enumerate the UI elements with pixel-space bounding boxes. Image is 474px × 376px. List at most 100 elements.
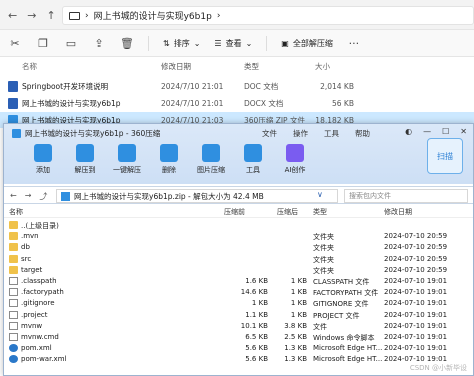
row-name: ..(上级目录): [21, 222, 59, 230]
extract-to-icon: [76, 144, 94, 162]
folder-icon: [9, 265, 18, 274]
file-row[interactable]: Springboot开发环境说明 2024/7/10 21:01 DOC 文档 …: [0, 78, 474, 94]
forward-arrow-icon[interactable]: →: [27, 9, 36, 22]
dropdown-icon[interactable]: ∨: [317, 190, 323, 199]
explorer-column-headers: 名称 修改日期 类型 大小: [0, 58, 474, 74]
col-size[interactable]: 大小: [315, 61, 330, 72]
row-type: 文件夹: [313, 255, 334, 264]
row-compressed-size: 3.8 KB: [284, 321, 307, 330]
archive-path-field[interactable]: 网上书城的设计与实现y6b1p.zip - 解包大小为 42.4 MB: [56, 189, 338, 203]
close-icon[interactable]: ✕: [460, 127, 467, 136]
menu-help[interactable]: 帮助: [355, 128, 370, 139]
address-bar[interactable]: › 网上书城的设计与实现y6b1p ›: [62, 6, 474, 25]
archive-row[interactable]: .classpath 1.6 KB 1 KB CLASSPATH 文件 2024-07-…: [4, 276, 473, 287]
file-row[interactable]: 网上书城的设计与实现y6b1p 2024/7/10 21:01 DOCX 文档 …: [0, 95, 474, 111]
row-date: 2024-07-10 20:59: [384, 232, 448, 241]
archive-row[interactable]: .project 1.1 KB 1 KB PROJECT 文件 2024-07-10 1…: [4, 310, 473, 321]
row-type: GITIGNORE 文件: [313, 300, 369, 309]
archive-row[interactable]: target 文件夹 2024-07-10 20:59: [4, 265, 473, 276]
col-type[interactable]: 类型: [313, 207, 327, 217]
row-type: 文件夹: [313, 244, 334, 253]
image-compress-button[interactable]: 图片压缩: [192, 144, 230, 175]
row-original-size: 10.1 KB: [240, 321, 268, 330]
menu-tools[interactable]: 工具: [324, 128, 339, 139]
ai-icon: [286, 144, 304, 162]
word-doc-icon: [8, 80, 18, 92]
row-name: .factorypath: [21, 288, 64, 297]
archive-search-input[interactable]: 搜索包内文件: [344, 189, 468, 203]
file-icon: [9, 299, 18, 308]
sort-button[interactable]: ⇅ 排序 ⌄: [163, 38, 200, 49]
archive-row[interactable]: pom.xml 5.6 KB 1.3 KB Microsoft Edge HT... 2…: [4, 343, 473, 354]
cut-icon[interactable]: ✂: [8, 36, 22, 50]
menu-file[interactable]: 文件: [262, 128, 277, 139]
col-type[interactable]: 类型: [244, 61, 259, 72]
minimize-icon[interactable]: —: [423, 127, 431, 136]
extract-all-button[interactable]: ▣ 全部解压缩: [281, 38, 333, 49]
up-folder-icon[interactable]: ⤴: [39, 191, 47, 202]
one-click-extract-button[interactable]: 一键解压: [108, 144, 146, 175]
back-arrow-icon[interactable]: ←: [8, 9, 17, 22]
copy-icon[interactable]: ❐: [36, 36, 50, 50]
archive-row[interactable]: db 文件夹 2024-07-10 20:59: [4, 242, 473, 253]
tools-button[interactable]: 工具: [234, 144, 272, 175]
rename-icon[interactable]: ▭: [64, 36, 78, 50]
ai-create-button[interactable]: AI创作: [276, 144, 314, 175]
folder-icon: [9, 232, 18, 241]
col-name[interactable]: 名称: [22, 61, 37, 72]
row-original-size: 1 KB: [251, 299, 268, 308]
menu-operate[interactable]: 操作: [293, 128, 308, 139]
row-compressed-size: 2.5 KB: [284, 333, 307, 341]
row-date: 2024-07-10 20:59: [384, 265, 448, 274]
archive-row[interactable]: .gitignore 1 KB 1 KB GITIGNORE 文件 2024-07-10…: [4, 298, 473, 309]
maximize-icon[interactable]: ☐: [442, 127, 449, 136]
row-date: 2024-07-10 20:59: [384, 243, 448, 252]
row-name: .project: [21, 310, 48, 319]
skin-icon[interactable]: ◐: [405, 127, 412, 136]
archive-row[interactable]: .mvn 文件夹 2024-07-10 20:59: [4, 231, 473, 242]
row-date: 2024-07-10 19:01: [384, 288, 448, 297]
add-button[interactable]: 添加: [24, 144, 62, 175]
row-name: mvnw: [21, 321, 43, 330]
edge-html-icon: [9, 344, 18, 353]
extract-to-button[interactable]: 解压到: [66, 144, 104, 175]
row-compressed-size: 1 KB: [290, 310, 307, 319]
archive-row[interactable]: mvnw 10.1 KB 3.8 KB 文件 2024-07-10 19:01: [4, 321, 473, 332]
archive-row[interactable]: mvnw.cmd 6.5 KB 2.5 KB Windows 命令脚本 2024-07-…: [4, 332, 473, 343]
address-segment[interactable]: 网上书城的设计与实现y6b1p: [94, 9, 212, 22]
row-compressed-size: 1 KB: [290, 277, 307, 285]
archiver-menu-bar: 文件 操作 工具 帮助: [262, 128, 370, 139]
row-compressed-size: 1.3 KB: [284, 344, 307, 353]
row-type: CLASSPATH 文件: [313, 278, 370, 286]
archive-row[interactable]: .factorypath 14.6 KB 1 KB FACTORYPATH 文件 202…: [4, 287, 473, 298]
col-date[interactable]: 修改日期: [161, 61, 191, 72]
row-original-size: 1.6 KB: [245, 277, 268, 285]
view-button[interactable]: ☰ 查看 ⌄: [214, 38, 252, 49]
scan-button[interactable]: 扫描: [427, 138, 463, 174]
archive-row[interactable]: ..(上级目录): [4, 220, 473, 231]
window-controls: ◐ — ☐ ✕: [405, 127, 467, 136]
archive-row[interactable]: src 文件夹 2024-07-10 20:59: [4, 254, 473, 265]
row-type: Windows 命令脚本: [313, 334, 375, 342]
row-type: PROJECT 文件: [313, 311, 360, 320]
up-arrow-icon[interactable]: ↑: [46, 9, 55, 22]
explorer-title-bar: ← → ↑ ⟳ › 网上书城的设计与实现y6b1p ›: [0, 0, 474, 30]
col-name[interactable]: 名称: [9, 207, 23, 217]
forward-arrow-icon[interactable]: →: [25, 191, 32, 202]
back-arrow-icon[interactable]: ←: [10, 191, 17, 202]
row-date: 2024-07-10 19:01: [384, 299, 448, 308]
more-icon[interactable]: ···: [347, 36, 361, 50]
row-name: src: [21, 254, 32, 263]
archiver-window: 网上书城的设计与实现y6b1p - 360压缩 文件 操作 工具 帮助 ◐ — …: [3, 123, 474, 376]
col-date[interactable]: 修改日期: [384, 207, 412, 217]
share-icon[interactable]: ⇪: [92, 36, 106, 50]
sort-icon: ⇅: [163, 38, 170, 48]
delete-button[interactable]: 删除: [150, 144, 188, 175]
col-compressed-size[interactable]: 压缩后: [277, 207, 298, 217]
row-name: mvnw.cmd: [21, 333, 59, 341]
archiver-toolbar: 添加 解压到 一键解压 删除 图片压缩 工具 AI创作: [24, 144, 318, 175]
archiver-path-bar: ← → ⤴ 网上书城的设计与实现y6b1p.zip - 解包大小为 42.4 M…: [4, 186, 473, 204]
delete-icon[interactable]: 🗑: [120, 36, 134, 50]
col-original-size[interactable]: 压缩前: [224, 207, 245, 217]
archive-row[interactable]: pom-war.xml 5.6 KB 1.3 KB Microsoft Edge HT…: [4, 354, 473, 365]
